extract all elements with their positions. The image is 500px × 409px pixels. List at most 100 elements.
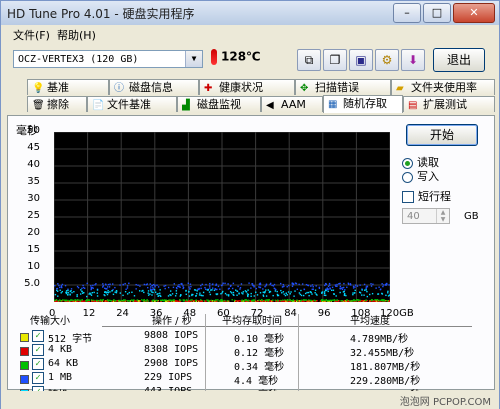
start-button[interactable]: 开始 [406, 124, 478, 146]
scatter-point [114, 291, 116, 293]
write-radio[interactable]: 写入 [402, 168, 439, 184]
scatter-point [256, 300, 258, 302]
scatter-point [371, 292, 374, 295]
scatter-point [126, 299, 129, 302]
scatter-point [340, 300, 343, 302]
watermark: 泡泡网 PCPOP.COM [399, 397, 491, 408]
tab-erase[interactable]: 🗑 擦除 [27, 96, 87, 112]
tab-disk-monitor[interactable]: ▟ 磁盘监视 [177, 96, 261, 112]
copy-button[interactable]: ⧉ [297, 49, 321, 71]
tab-disk-info[interactable]: ⓘ 磁盘信息 [109, 79, 199, 95]
drive-select[interactable]: OCZ-VERTEX3 (120 GB) ▼ [13, 50, 203, 68]
scatter-point [311, 293, 313, 295]
scatter-point [125, 288, 127, 290]
maximize-button[interactable]: □ [423, 3, 451, 23]
scatter-point [365, 289, 367, 291]
menu-file[interactable]: 文件(F) [13, 27, 50, 43]
scatter-point [143, 283, 146, 286]
short-stroke-input[interactable]: 40 ▲ ▼ [402, 208, 450, 224]
scatter-point [275, 288, 277, 291]
scatter-point [113, 299, 115, 301]
scatter-point [302, 294, 305, 297]
scatter-point [354, 289, 356, 292]
scatter-point [189, 288, 191, 290]
scatter-point [375, 287, 377, 289]
scatter-point [170, 299, 172, 301]
scatter-point [314, 299, 317, 302]
scatter-point [60, 286, 63, 288]
close-button[interactable]: ✕ [453, 3, 495, 23]
scatter-point [76, 295, 78, 298]
scatter-point [343, 300, 346, 302]
scatter-point [171, 293, 174, 295]
scatter-point [336, 299, 339, 301]
scatter-point [239, 286, 242, 289]
tab-extra-tests[interactable]: ▤ 扩展测试 [403, 96, 495, 112]
exit-button[interactable]: 退出 [433, 48, 485, 72]
scatter-point [301, 283, 304, 285]
scatter-point [150, 290, 152, 292]
scatter-point [112, 300, 115, 302]
copy-info-button[interactable]: ❐ [323, 49, 347, 71]
scatter-point [281, 286, 284, 288]
scatter-point [188, 295, 191, 297]
tab-folder-usage[interactable]: ▰ 文件夹使用率 [391, 79, 495, 95]
save-icon: ▣ [355, 53, 367, 67]
options-button[interactable]: ⚙ [375, 49, 399, 71]
scatter-point [219, 288, 221, 290]
scan-icon: ✥ [300, 83, 309, 94]
tab-health[interactable]: ✚ 健康状况 [199, 79, 295, 95]
scatter-point [221, 292, 223, 294]
scatter-point [286, 294, 289, 296]
scatter-point [250, 295, 252, 297]
scatter-point [175, 300, 177, 302]
scatter-point [123, 299, 126, 302]
minimize-button[interactable]: – [393, 3, 421, 23]
scatter-point [290, 291, 292, 293]
tab-aam[interactable]: ◀ AAM [261, 96, 323, 112]
scatter-point [383, 299, 386, 302]
scatter-point [271, 284, 273, 287]
scatter-point [272, 285, 275, 287]
scatter-point [101, 286, 104, 288]
scatter-point [86, 282, 88, 285]
scatter-point [286, 286, 288, 288]
scatter-point [94, 300, 96, 302]
tab-random-access[interactable]: ▦ 随机存取 [323, 95, 403, 113]
scatter-point [216, 293, 219, 295]
scatter-point [205, 288, 207, 290]
scatter-point [146, 286, 149, 289]
scatter-point [132, 299, 135, 302]
scatter-point [238, 300, 240, 302]
scatter-point [191, 293, 193, 296]
scatter-point [91, 291, 93, 294]
scatter-point [96, 289, 99, 291]
scatter-point [191, 299, 193, 301]
short-stroke-checkbox[interactable]: 短行程 [402, 188, 451, 204]
row-label: 1 MB [48, 372, 73, 383]
scatter-point [258, 299, 260, 301]
header-transfer-size: 传输大小 [30, 316, 70, 327]
row-speed: 229.280MB/秒 [350, 376, 421, 387]
scatter-point [153, 289, 156, 291]
scatter-point [350, 284, 352, 286]
save-button[interactable]: ▣ [349, 49, 373, 71]
scatter-point [182, 287, 184, 290]
copy-info-icon: ❐ [329, 53, 341, 67]
chevron-down-icon[interactable]: ▼ [185, 51, 202, 67]
scatter-point [119, 284, 121, 286]
scatter-point [291, 282, 293, 285]
tab-benchmark[interactable]: 💡 基准 [27, 79, 109, 95]
scatter-point [131, 291, 133, 293]
checkbox-checked-icon: ✓ [32, 358, 44, 370]
scatter-point [168, 299, 170, 301]
tab-error-scan[interactable]: ✥ 扫描错误 [295, 79, 391, 95]
download-button[interactable]: ⬇ [401, 49, 425, 71]
menu-help[interactable]: 帮助(H) [57, 27, 96, 43]
tab-file-benchmark[interactable]: 📄 文件基准 [87, 96, 177, 112]
tab-strip: 💡 基准 ⓘ 磁盘信息 ✚ 健康状况 ✥ 扫描错误 ▰ 文件夹使用率 🗑 擦除 📄 文件基准 … [7, 79, 495, 115]
scatter-point [323, 294, 326, 296]
scatter-point [142, 289, 144, 292]
scatter-point [88, 299, 91, 301]
spinner-arrows-icon[interactable]: ▲ ▼ [436, 209, 449, 223]
